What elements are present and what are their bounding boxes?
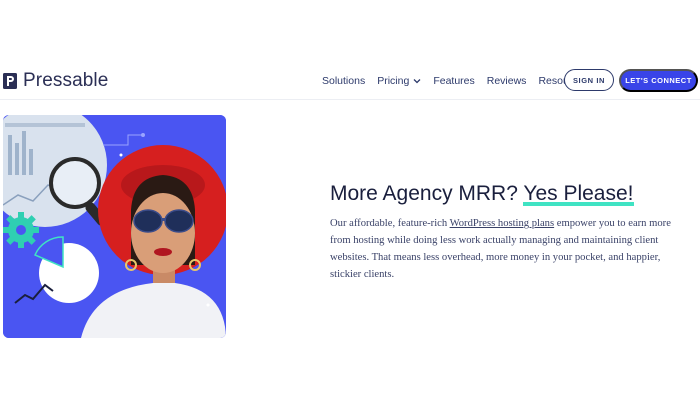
- logo[interactable]: Pressable: [3, 70, 108, 92]
- lets-connect-button[interactable]: LET'S CONNECT: [619, 69, 698, 92]
- hero-illustration: [3, 115, 226, 338]
- nav-pricing-label: Pricing: [377, 75, 410, 87]
- nav-pricing[interactable]: Pricing: [377, 75, 421, 87]
- headline-start: More Agency MRR?: [330, 182, 524, 205]
- hero-headline: More Agency MRR? Yes Please!: [330, 182, 634, 208]
- nav-solutions[interactable]: Solutions: [322, 75, 365, 87]
- main-nav: Solutions Pricing Features Reviews Resou…: [322, 75, 601, 87]
- description-before: Our affordable, feature-rich: [330, 218, 450, 229]
- pressable-logo-icon: [3, 73, 17, 89]
- wordpress-hosting-plans-link[interactable]: WordPress hosting plans: [450, 218, 555, 229]
- headline-accent: Yes Please!: [523, 182, 634, 208]
- nav-features[interactable]: Features: [433, 75, 474, 87]
- site-header: Pressable Solutions Pricing Features Rev…: [0, 62, 700, 100]
- nav-reviews[interactable]: Reviews: [487, 75, 527, 87]
- sign-in-button[interactable]: SIGN IN: [564, 69, 614, 91]
- hero-description: Our affordable, feature-rich WordPress h…: [330, 215, 692, 283]
- brand-name: Pressable: [23, 70, 109, 91]
- chevron-down-icon: [413, 79, 421, 84]
- gear-icon: [3, 212, 39, 248]
- hero-illustration-art: [3, 115, 226, 338]
